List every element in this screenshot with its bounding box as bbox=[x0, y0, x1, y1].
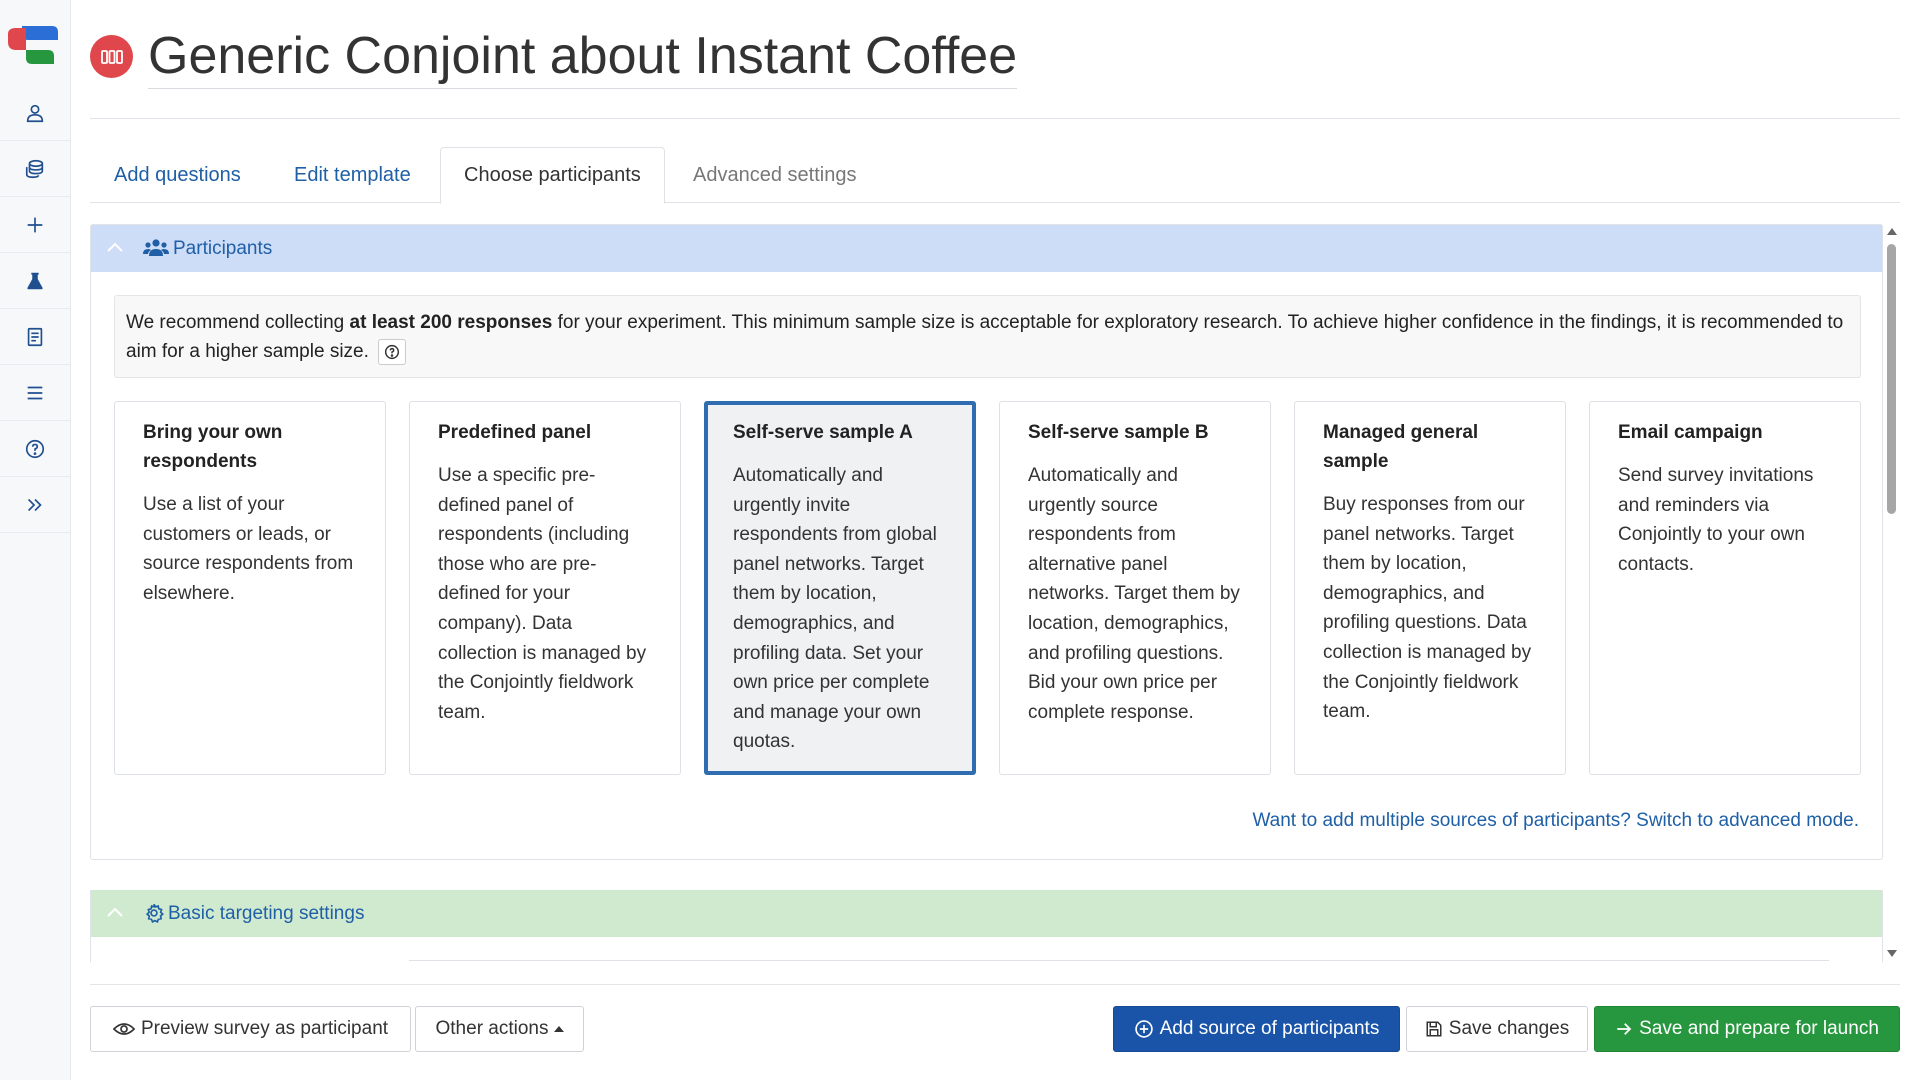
header-divider bbox=[90, 118, 1900, 119]
floppy-disk-icon bbox=[1426, 1021, 1442, 1037]
option-card-title: Self-serve sample A bbox=[733, 422, 913, 443]
expand-icon bbox=[27, 498, 42, 511]
menu-icon bbox=[27, 386, 43, 399]
book-icon bbox=[27, 327, 43, 346]
sidebar-item-new[interactable] bbox=[0, 197, 70, 253]
option-card-description: Use a specific pre-defined panel of resp… bbox=[438, 465, 647, 723]
preview-survey-label: Preview survey as participant bbox=[140, 1018, 389, 1039]
sidebar-item-experiments[interactable] bbox=[0, 253, 70, 309]
option-card-title: Managed general sample bbox=[1323, 422, 1479, 472]
chevron-up-icon bbox=[107, 242, 123, 252]
option-card-title: Bring your own respondents bbox=[143, 422, 283, 472]
tab-edit-template[interactable]: Edit template bbox=[294, 147, 411, 203]
option-card-description: Automatically and urgently invite respon… bbox=[733, 465, 937, 753]
option-card-title: Self-serve sample B bbox=[1028, 422, 1209, 443]
gear-icon bbox=[145, 903, 164, 924]
page-title[interactable]: Generic Conjoint about Instant Coffee bbox=[148, 26, 1018, 89]
scrollbar[interactable] bbox=[1883, 224, 1900, 964]
plus-icon bbox=[27, 217, 43, 232]
other-actions-button[interactable]: Other actions bbox=[415, 1006, 584, 1052]
add-source-button[interactable]: Add source of participants bbox=[1113, 1006, 1400, 1052]
targeting-heading: Basic targeting settings bbox=[168, 903, 365, 924]
tab-bar: Add questions Edit template Choose parti… bbox=[90, 147, 1900, 204]
targeting-content-divider bbox=[409, 960, 1829, 961]
notice-text-bold: at least 200 responses bbox=[349, 312, 553, 333]
save-and-launch-button[interactable]: Save and prepare for launch bbox=[1594, 1006, 1900, 1052]
chevron-up-icon bbox=[107, 907, 123, 917]
option-card-title: Predefined panel bbox=[438, 422, 592, 443]
caret-up-icon bbox=[553, 1026, 564, 1032]
participants-panel-header[interactable]: Participants bbox=[91, 225, 1882, 272]
option-card-description: Buy responses from our panel networks. T… bbox=[1323, 494, 1532, 723]
scroll-down-arrow-icon[interactable] bbox=[1887, 950, 1897, 957]
sidebar-item-account[interactable] bbox=[0, 85, 70, 141]
scrollbar-thumb[interactable] bbox=[1887, 244, 1896, 514]
experiment-type-icon bbox=[90, 35, 133, 78]
option-card-predefined-panel[interactable]: Predefined panel Use a specific pre-defi… bbox=[409, 401, 681, 775]
arrow-right-icon bbox=[1617, 1023, 1632, 1035]
advanced-mode-link[interactable]: Want to add multiple sources of particip… bbox=[1252, 810, 1859, 832]
option-card-description: Automatically and urgently source respon… bbox=[1028, 465, 1240, 723]
other-actions-label: Other actions bbox=[435, 1018, 549, 1039]
option-card-title: Email campaign bbox=[1618, 422, 1763, 443]
footer-divider bbox=[90, 984, 1900, 985]
add-source-label: Add source of participants bbox=[1159, 1018, 1380, 1039]
option-card-self-serve-sample-b[interactable]: Self-serve sample B Automatically and ur… bbox=[999, 401, 1271, 775]
option-card-managed-general-sample[interactable]: Managed general sample Buy responses fro… bbox=[1294, 401, 1566, 775]
sidebar bbox=[0, 0, 71, 1080]
option-card-email-campaign[interactable]: Email campaign Send survey invitations a… bbox=[1589, 401, 1861, 775]
participants-heading: Participants bbox=[173, 238, 273, 259]
option-card-self-serve-sample-a[interactable]: Self-serve sample A Automatically and ur… bbox=[704, 401, 976, 775]
preview-survey-button[interactable]: Preview survey as participant bbox=[90, 1006, 411, 1052]
sidebar-item-guides[interactable] bbox=[0, 309, 70, 365]
sample-size-help-button[interactable] bbox=[378, 338, 407, 365]
option-card-description: Use a list of your customers or leads, o… bbox=[143, 494, 354, 604]
save-changes-label: Save changes bbox=[1448, 1018, 1570, 1039]
eye-icon bbox=[112, 1023, 135, 1035]
tab-advanced-settings[interactable]: Advanced settings bbox=[693, 147, 856, 203]
question-circle-icon bbox=[385, 344, 400, 360]
scroll-up-arrow-icon[interactable] bbox=[1887, 228, 1897, 235]
conjoint-icon bbox=[100, 49, 123, 64]
tab-add-questions[interactable]: Add questions bbox=[114, 147, 241, 203]
sidebar-item-expand[interactable] bbox=[0, 477, 70, 533]
tab-choose-participants[interactable]: Choose participants bbox=[440, 147, 665, 204]
user-icon bbox=[26, 104, 44, 122]
database-icon bbox=[25, 159, 44, 178]
users-icon bbox=[143, 239, 169, 256]
targeting-panel: Basic targeting settings bbox=[90, 890, 1883, 962]
participants-panel: Participants We recommend collecting at … bbox=[90, 224, 1883, 860]
sidebar-item-menu[interactable] bbox=[0, 365, 70, 421]
flask-icon bbox=[27, 272, 43, 289]
sample-size-notice: We recommend collecting at least 200 res… bbox=[114, 295, 1861, 378]
save-and-launch-label: Save and prepare for launch bbox=[1639, 1018, 1879, 1039]
conjointly-logo-icon[interactable] bbox=[8, 20, 62, 66]
notice-text-before: We recommend collecting bbox=[126, 312, 350, 333]
plus-circle-icon bbox=[1134, 1020, 1153, 1038]
sidebar-item-data[interactable] bbox=[0, 141, 70, 197]
save-changes-button[interactable]: Save changes bbox=[1406, 1006, 1588, 1052]
question-icon bbox=[25, 439, 45, 458]
sidebar-item-help[interactable] bbox=[0, 421, 70, 477]
option-card-bring-own-respondents[interactable]: Bring your own respondents Use a list of… bbox=[114, 401, 386, 775]
targeting-panel-header[interactable]: Basic targeting settings bbox=[91, 890, 1882, 937]
option-card-description: Send survey invitations and reminders vi… bbox=[1618, 465, 1814, 575]
